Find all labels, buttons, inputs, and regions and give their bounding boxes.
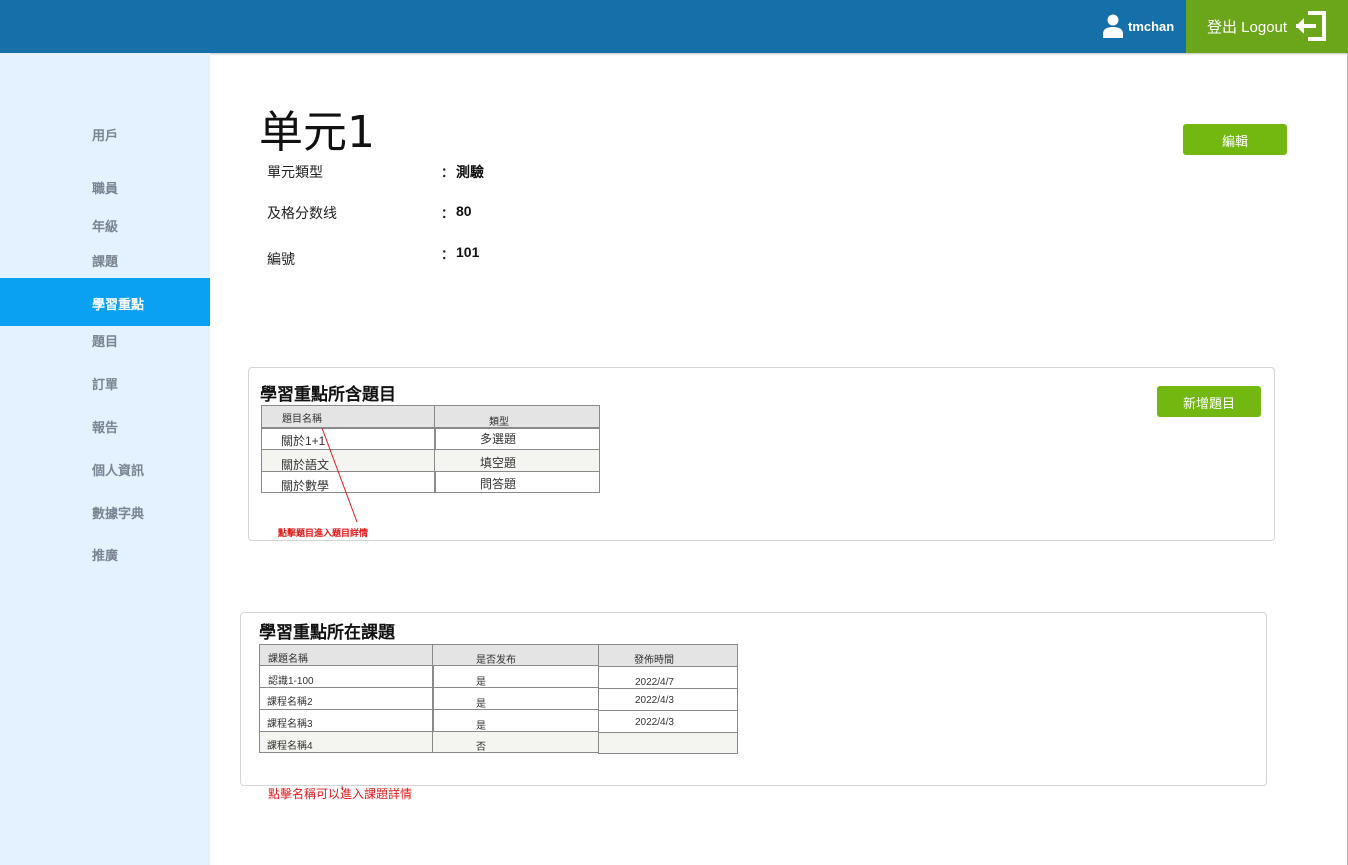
topics-header-publish-date: 發佈時間 bbox=[598, 644, 738, 667]
topics-header-name: 課題名稱 bbox=[259, 644, 434, 666]
topic-name-cell[interactable]: 認識1-100 bbox=[259, 665, 434, 688]
topic-published-cell: 是 bbox=[432, 665, 599, 688]
questions-annotation: 點擊題目進入題目詳情 bbox=[278, 528, 369, 538]
topic-name-cell[interactable]: 課程名稱3 bbox=[259, 709, 434, 732]
topics-panel-title: 學習重點所在課題 bbox=[259, 623, 395, 642]
topic-date-cell: 2022/4/3 bbox=[598, 710, 738, 733]
topic-date-cell: 2022/4/7 bbox=[598, 666, 738, 689]
topic-published-cell: 否 bbox=[432, 731, 599, 753]
topic-published-cell: 是 bbox=[432, 709, 599, 732]
topic-published-cell: 是 bbox=[432, 687, 599, 710]
topic-name-cell[interactable]: 課程名稱2 bbox=[259, 687, 434, 710]
topic-date-cell: 2022/4/3 bbox=[598, 688, 738, 711]
topic-date-cell bbox=[598, 732, 738, 754]
topics-header-published: 是否发布 bbox=[432, 644, 599, 666]
topic-name-cell[interactable]: 課程名稱4 bbox=[259, 731, 434, 753]
topics-annotation: 點擊名稱可以進入課題詳情 bbox=[268, 787, 413, 801]
